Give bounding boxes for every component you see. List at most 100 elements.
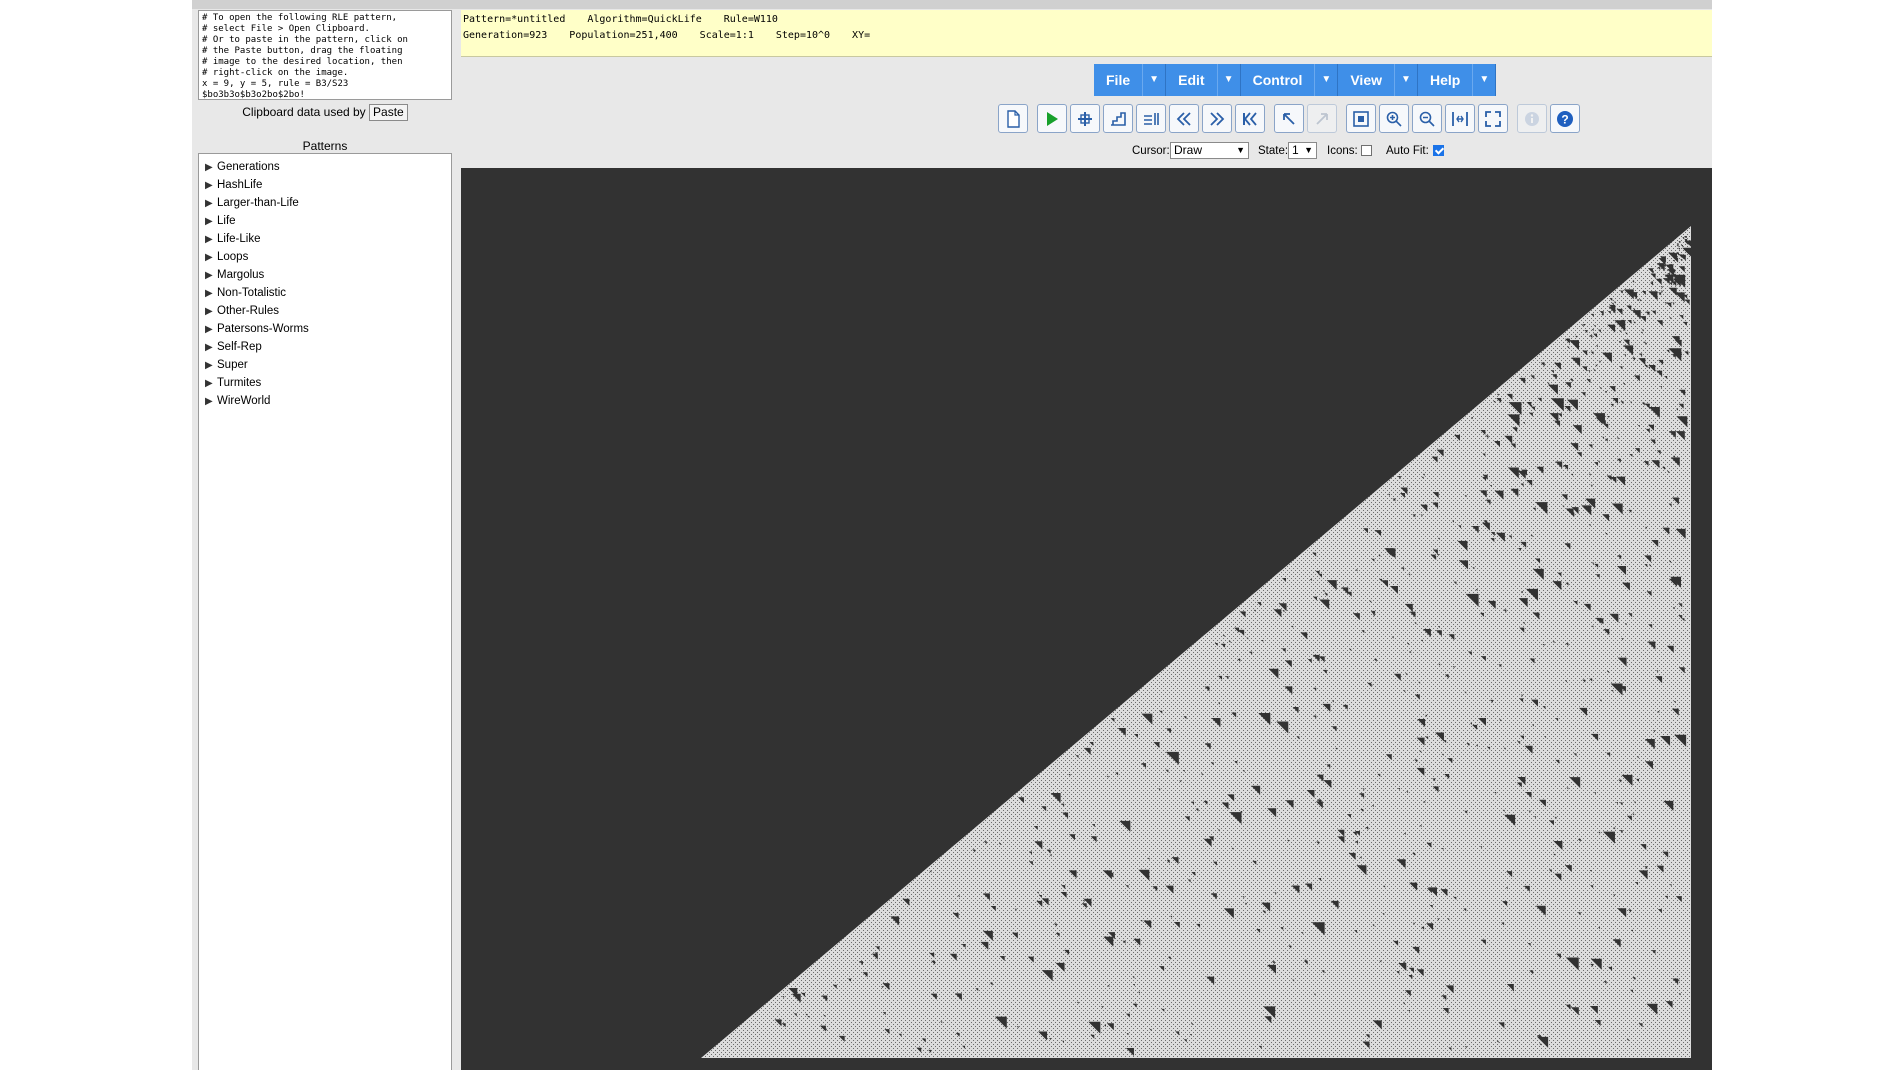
expand-arrow-icon: ▶ [205, 360, 213, 371]
menu-label: Help [1430, 72, 1461, 88]
cursor-label: Cursor: [1132, 145, 1170, 157]
rule-110-pattern [701, 226, 1693, 1058]
pattern-folder-label: HashLife [217, 179, 263, 191]
pattern-folder-label: Generations [217, 161, 280, 173]
help-button[interactable]: ? [1550, 104, 1580, 133]
faster-icon [1210, 111, 1225, 126]
pattern-folder-hashlife[interactable]: ▶ HashLife [199, 176, 451, 194]
state-select-value: 1 [1292, 143, 1299, 157]
dropdown-arrow-icon[interactable]: ▼ [1216, 64, 1240, 96]
pattern-folder-label: Self-Rep [217, 341, 262, 353]
pattern-folder-label: Life [217, 215, 236, 227]
menu-label: Edit [1178, 72, 1205, 88]
dropdown-arrow-icon[interactable]: ▼ [1142, 64, 1165, 96]
pattern-folder-loops[interactable]: ▶ Loops [199, 248, 451, 266]
fit-button[interactable] [1346, 104, 1376, 133]
undo-button[interactable] [1274, 104, 1304, 133]
pattern-folder-label: WireWorld [217, 395, 271, 407]
pattern-folder-label: Life-Like [217, 233, 261, 245]
dropdown-arrow-icon[interactable]: ▼ [1472, 64, 1495, 96]
expand-arrow-icon: ▶ [205, 324, 213, 335]
patterns-tree: ▶ Generations ▶ HashLife ▶ Larger-than-Life… [198, 153, 452, 1070]
algorithm-name: Algorithm=QuickLife [587, 14, 702, 25]
next-step-icon [1111, 111, 1126, 126]
menu-control[interactable]: Control ▼ [1241, 64, 1339, 96]
paste-button[interactable]: Paste [369, 104, 408, 122]
dropdown-arrow-icon[interactable]: ▼ [1394, 64, 1417, 96]
faster-button[interactable] [1202, 104, 1232, 133]
pattern-folder-wireworld[interactable]: ▶ WireWorld [199, 392, 451, 410]
zoom-out-button[interactable] [1412, 104, 1442, 133]
xy-readout: XY= [852, 30, 871, 41]
full-screen-icon [1485, 110, 1501, 127]
pattern-folder-patersons-worms[interactable]: ▶ Patersons-Worms [199, 320, 451, 338]
pattern-folder-self-rep[interactable]: ▶ Self-Rep [199, 338, 451, 356]
help-icon: ? [1557, 110, 1573, 127]
pattern-folder-life-like[interactable]: ▶ Life-Like [199, 230, 451, 248]
redo-icon [1316, 112, 1328, 125]
zoom-in-icon [1386, 111, 1402, 127]
slower-button[interactable] [1169, 104, 1199, 133]
expand-arrow-icon: ▶ [205, 288, 213, 299]
rule-name: Rule=W110 [723, 14, 778, 25]
info-icon [1525, 111, 1539, 126]
dropdown-arrow-icon[interactable]: ▼ [1314, 64, 1337, 96]
menu-label: View [1350, 72, 1382, 88]
menu-help[interactable]: Help ▼ [1418, 64, 1497, 96]
start-icon [1047, 111, 1058, 126]
pattern-folder-margolus[interactable]: ▶ Margolus [199, 266, 451, 284]
menu-edit[interactable]: Edit ▼ [1166, 64, 1241, 96]
full-screen-button[interactable] [1478, 104, 1508, 133]
pattern-folder-non-totalistic[interactable]: ▶ Non-Totalistic [199, 284, 451, 302]
pattern-folder-label: Larger-than-Life [217, 197, 299, 209]
step-value: Step=10^0 [775, 30, 831, 41]
pattern-folder-label: Margolus [217, 269, 265, 281]
clipboard-caption-text: Clipboard data used by [242, 105, 366, 119]
pattern-folder-turmites[interactable]: ▶ Turmites [199, 374, 451, 392]
new-pattern-button[interactable] [998, 104, 1028, 133]
pattern-name: Pattern=*untitled [463, 14, 566, 25]
info-button[interactable] [1517, 104, 1547, 133]
reset-to-start-button[interactable] [1235, 104, 1265, 133]
autofit-checkbox[interactable] [1433, 145, 1444, 156]
cursor-select[interactable]: Draw ▼ [1170, 142, 1249, 159]
pattern-folder-other-rules[interactable]: ▶ Other-Rules [199, 302, 451, 320]
next-step-button[interactable] [1103, 104, 1133, 133]
pattern-folder-label: Non-Totalistic [217, 287, 287, 299]
icons-checkbox[interactable] [1361, 145, 1372, 156]
menu-view[interactable]: View ▼ [1338, 64, 1418, 96]
middle-button[interactable] [1445, 104, 1475, 133]
zoom-in-button[interactable] [1379, 104, 1409, 133]
clipboard-textarea[interactable]: # To open the following RLE pattern, # s… [198, 10, 452, 100]
clipboard-caption: Clipboard data used by Paste [198, 103, 452, 122]
next-generation-button[interactable] [1070, 104, 1100, 133]
pattern-folder-label: Loops [217, 251, 249, 263]
live-cells-region [701, 226, 1691, 1058]
reset-icon [1144, 112, 1159, 125]
slower-icon [1176, 111, 1191, 126]
pattern-folder-label: Super [217, 359, 248, 371]
expand-arrow-icon: ▶ [205, 306, 213, 317]
redo-button[interactable] [1307, 104, 1337, 133]
chevron-down-icon: ▼ [1236, 145, 1245, 155]
pattern-folder-super[interactable]: ▶ Super [199, 356, 451, 374]
expand-arrow-icon: ▶ [205, 162, 213, 173]
middle-icon [1452, 111, 1468, 126]
undo-icon [1283, 112, 1295, 125]
state-select[interactable]: 1 ▼ [1288, 142, 1317, 159]
menu-label: File [1106, 72, 1131, 88]
pattern-folder-life[interactable]: ▶ Life [199, 212, 451, 230]
fit-icon [1353, 110, 1369, 127]
start-button[interactable] [1037, 104, 1067, 133]
pattern-canvas[interactable] [461, 168, 1712, 1070]
reset-button[interactable] [1136, 104, 1166, 133]
patterns-title: Patterns [302, 139, 348, 153]
pattern-folder-generations[interactable]: ▶ Generations [199, 158, 451, 176]
state-label: State: [1258, 145, 1289, 157]
expand-arrow-icon: ▶ [205, 216, 213, 227]
menu-file[interactable]: File ▼ [1094, 64, 1167, 96]
pattern-folder-larger-than-life[interactable]: ▶ Larger-than-Life [199, 194, 451, 212]
expand-arrow-icon: ▶ [205, 342, 213, 353]
top-border [192, 0, 1712, 9]
menu-label: Control [1252, 72, 1303, 88]
